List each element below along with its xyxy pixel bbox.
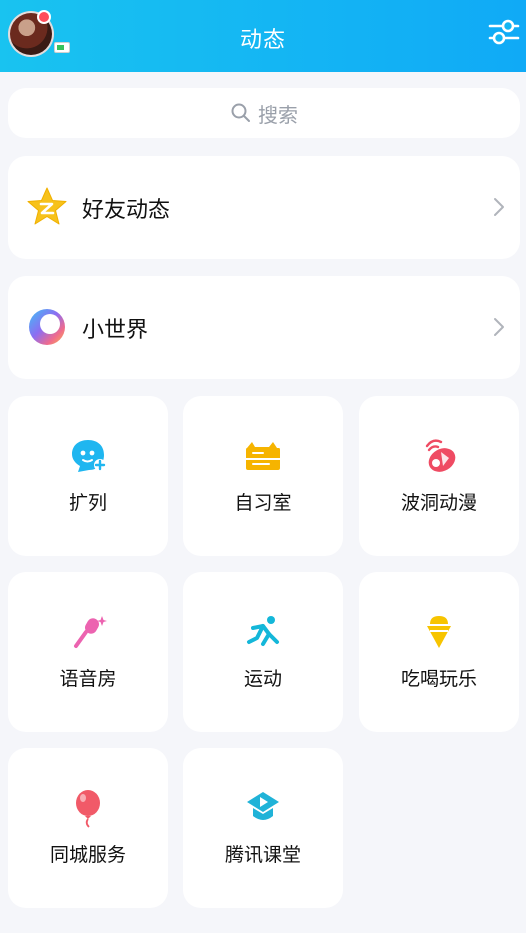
friend-feed-label: 好友动态 — [82, 198, 171, 223]
running-icon — [247, 616, 279, 646]
search-icon — [231, 103, 250, 122]
search-bar[interactable]: 搜索 — [8, 88, 520, 138]
tile-tencent-classroom-label: 腾讯课堂 — [224, 844, 301, 866]
page-title: 动态 — [239, 28, 286, 53]
classroom-icon — [247, 792, 279, 820]
tile-kuolie[interactable]: 扩列 — [8, 396, 168, 556]
microphone-icon — [74, 616, 107, 648]
study-room-icon — [246, 442, 280, 470]
tile-voice-room[interactable]: 语音房 — [8, 572, 168, 732]
small-world-card[interactable]: 小世界 — [8, 276, 520, 379]
tile-food[interactable]: 吃喝玩乐 — [359, 572, 519, 732]
tile-local-service[interactable]: 同城服务 — [8, 748, 168, 908]
tile-anime-label: 波洞动漫 — [400, 492, 477, 514]
anime-icon — [425, 439, 456, 472]
sliders-icon[interactable] — [488, 17, 520, 47]
small-world-icon — [29, 309, 65, 345]
header-bar: 动态 — [0, 0, 526, 72]
chevron-right-icon — [494, 318, 504, 336]
tile-study-room[interactable]: 自习室 — [183, 396, 343, 556]
qzone-star-icon — [27, 187, 67, 225]
tile-anime[interactable]: 波洞动漫 — [359, 396, 519, 556]
food-icon — [427, 616, 451, 648]
tile-tencent-classroom[interactable]: 腾讯课堂 — [183, 748, 343, 908]
tile-sports-label: 运动 — [243, 668, 282, 690]
tile-local-service-label: 同城服务 — [49, 844, 126, 866]
search-placeholder: 搜索 — [258, 102, 298, 127]
tile-voice-room-label: 语音房 — [59, 668, 117, 690]
tile-sports[interactable]: 运动 — [183, 572, 343, 732]
tile-food-label: 吃喝玩乐 — [400, 668, 477, 690]
small-world-label: 小世界 — [82, 318, 149, 343]
kuolie-icon — [72, 440, 106, 472]
tile-kuolie-label: 扩列 — [68, 492, 107, 514]
tile-study-room-label: 自习室 — [234, 492, 292, 514]
friend-feed-card[interactable]: 好友动态 — [8, 156, 520, 259]
balloon-icon — [76, 790, 100, 828]
chevron-right-icon — [494, 198, 504, 216]
